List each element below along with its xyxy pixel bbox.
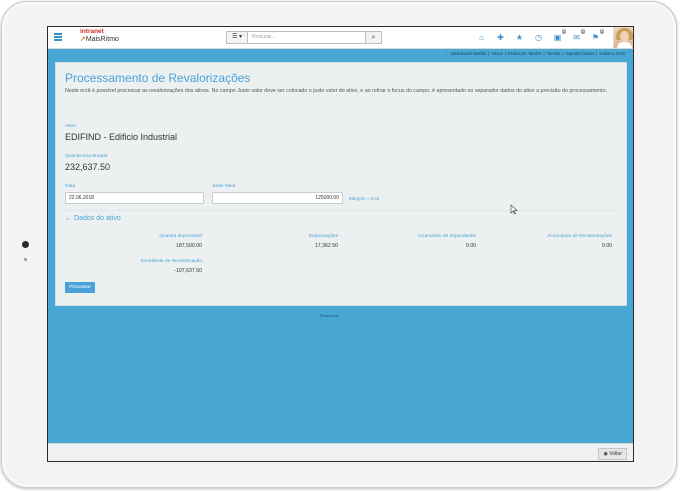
tablet-frame: intranet ↗MaisRitmo ☰ ▾ Procurar... ⌕ ⌂ … <box>0 0 680 491</box>
quantia-label: Quantia Escriturada <box>65 154 108 159</box>
quantia-depreciavel-label: Quantia depreciável <box>159 234 202 239</box>
sensor-dot <box>24 258 27 261</box>
breadcrumb-item[interactable]: Dashboard Gestão <box>451 51 486 56</box>
search-input[interactable]: Procurar... <box>248 31 366 44</box>
excedente-value: -107,637.50 <box>174 268 202 274</box>
page-title: Processamento de Revalorizações <box>65 71 251 85</box>
depreciacoes-label: Depreciações <box>308 234 338 239</box>
app-logo[interactable]: intranet ↗MaisRitmo <box>80 28 119 43</box>
powered-by-text: Powered by <box>320 314 339 318</box>
logo-bottom-text: ↗MaisRitmo <box>80 35 119 43</box>
breadcrumb-item[interactable]: Guitarra 2018 <box>599 51 625 56</box>
alerts-icon[interactable]: ⚑ 0 <box>586 29 605 45</box>
acumulado-revalorizacoes-value: 0.00 <box>601 243 612 249</box>
justo-valor-label: Justo Valor <box>212 184 236 189</box>
bottom-bar: ◉ Voltar <box>48 443 633 461</box>
chevron-down-icon: ⌄ <box>65 216 71 222</box>
search-button[interactable]: ⌕ <box>366 31 382 44</box>
ativo-value: EDIFIND - Edificio Industrial <box>65 132 178 142</box>
justo-valor-field[interactable]: 125000.00 <box>212 192 343 204</box>
section-divider <box>65 210 617 211</box>
data-label: Data <box>65 184 76 189</box>
quantia-value: 232,637.50 <box>65 162 111 172</box>
acumulado-imparidades-label: Acumulado de Imparidades <box>417 234 476 239</box>
breadcrumb-home-icon[interactable]: ⌂ <box>446 51 449 56</box>
breadcrumb-item[interactable]: Pedido de Tarefas <box>508 51 542 56</box>
dados-ativo-toggle[interactable]: ⌄ Dados do ativo <box>65 215 121 222</box>
home-icon[interactable]: ⌂ <box>472 30 491 45</box>
search-bar: ☰ ▾ Procurar... ⌕ <box>226 31 382 44</box>
depreciacoes-value: 17,362.50 <box>314 243 338 249</box>
breadcrumb: ⌂ Dashboard Gestão | Ativos | Pedido de Ta… <box>445 51 625 56</box>
messages-icon[interactable]: ✉ 0 <box>567 29 586 45</box>
acumulado-imparidades-value: 0.00 <box>465 243 476 249</box>
voltar-button[interactable]: ◉ Voltar <box>598 448 627 460</box>
quantia-depreciavel-value: 187,500.00 <box>176 243 202 249</box>
user-avatar[interactable] <box>613 27 633 48</box>
page-description: Neste ecrã é possível processar as reval… <box>65 88 608 94</box>
margin-text: Margem = 0.54 <box>349 196 380 201</box>
mouse-cursor-icon <box>510 204 518 215</box>
star-icon[interactable]: ★ <box>510 30 529 45</box>
view-selector-button[interactable]: ☰ ▾ <box>226 31 248 44</box>
inbox-icon[interactable]: ▣ 0 <box>548 29 567 45</box>
clock-icon[interactable]: ◷ <box>529 30 548 45</box>
screen: intranet ↗MaisRitmo ☰ ▾ Procurar... ⌕ ⌂ … <box>47 26 634 462</box>
content-panel: Processamento de Revalorizações Neste ec… <box>55 62 627 306</box>
ativo-label: Ativo <box>65 124 76 129</box>
breadcrumb-bar: ⌂ Dashboard Gestão | Ativos | Pedido de Ta… <box>48 49 633 59</box>
inbox-badge: 0 <box>562 29 566 34</box>
messages-badge: 0 <box>581 29 585 34</box>
breadcrumb-item[interactable]: Ativos <box>491 51 502 56</box>
processar-button[interactable]: Processar <box>65 282 95 293</box>
search-icon: ⌕ <box>371 34 376 41</box>
hamburger-menu-icon[interactable] <box>54 33 62 41</box>
excedente-label: Excedente de Revalorização <box>140 259 202 264</box>
alerts-badge: 0 <box>600 29 604 34</box>
top-navbar: intranet ↗MaisRitmo ☰ ▾ Procurar... ⌕ ⌂ … <box>48 27 633 49</box>
breadcrumb-item[interactable]: Importar Dados <box>565 51 594 56</box>
acumulado-revalorizacoes-label: Acumulado de Revalorizações <box>547 234 612 239</box>
top-icons: ⌂ ✚ ★ ◷ ▣ 0 ✉ 0 ⚑ 0 <box>472 29 605 45</box>
back-icon: ◉ <box>603 451 608 457</box>
breadcrumb-item[interactable]: Tarefas <box>547 51 561 56</box>
data-field[interactable]: 22.06.2018 <box>65 192 204 204</box>
home-button <box>22 241 29 248</box>
add-icon[interactable]: ✚ <box>491 30 510 45</box>
